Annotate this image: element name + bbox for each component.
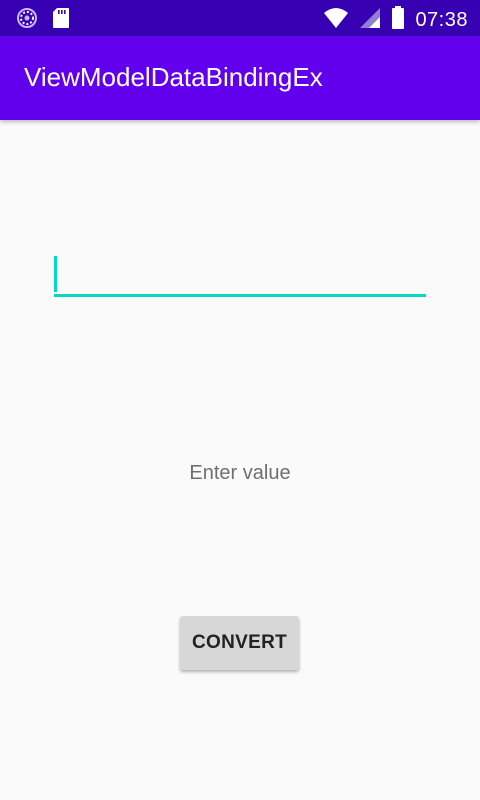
value-label: Enter value <box>189 462 291 484</box>
cell-signal-icon <box>359 7 381 34</box>
status-time: 07:38 <box>415 9 468 31</box>
status-bar: 07:38 <box>0 0 480 36</box>
status-left <box>16 7 70 34</box>
status-right: 07:38 <box>323 6 468 35</box>
app-bar: ViewModelDataBindingEx <box>0 36 480 120</box>
text-cursor <box>54 256 57 292</box>
input-underline <box>54 294 426 297</box>
wifi-icon <box>323 7 349 34</box>
sd-card-icon <box>52 7 70 34</box>
app-title: ViewModelDataBindingEx <box>24 62 323 92</box>
screen: 07:38 ViewModelDataBindingEx Enter value… <box>0 0 480 800</box>
convert-button[interactable]: CONVERT <box>180 616 299 670</box>
value-input[interactable] <box>54 254 426 298</box>
battery-icon <box>391 6 405 35</box>
loading-icon <box>16 7 38 34</box>
